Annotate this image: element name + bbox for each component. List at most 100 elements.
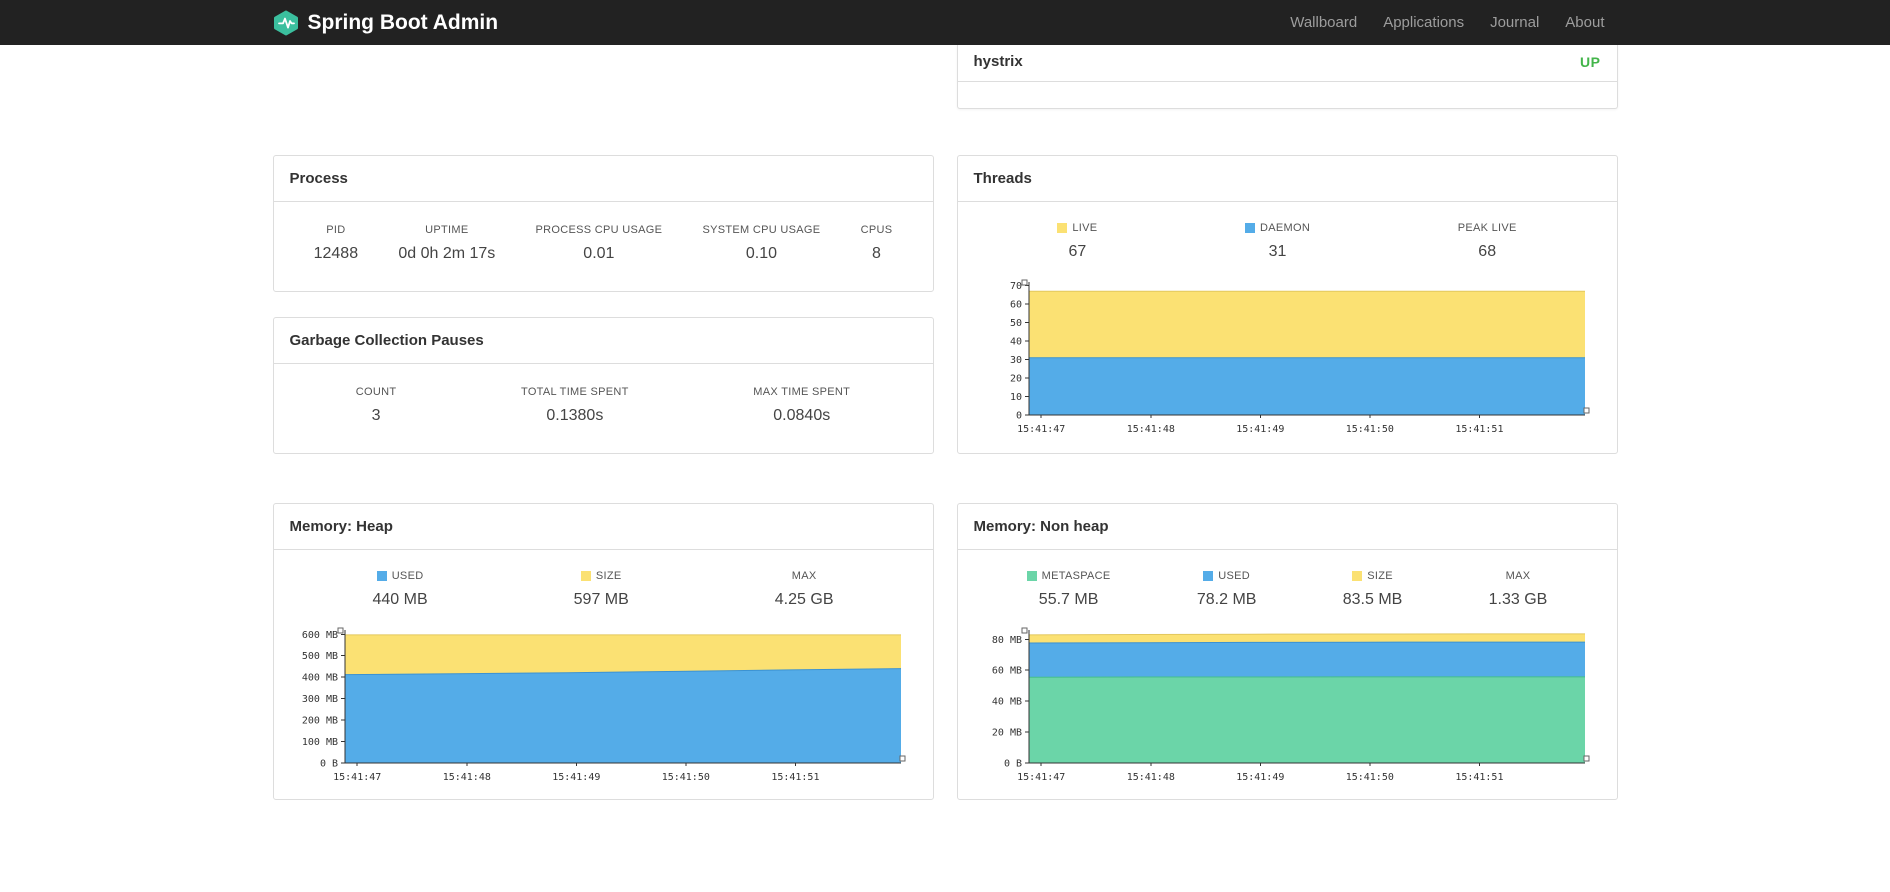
metric-process-cpu-usage: PROCESS CPU USAGE 0.01 xyxy=(536,224,663,263)
legend-value: 1.33 GB xyxy=(1488,591,1548,608)
metric-system-cpu-usage: SYSTEM CPU USAGE 0.10 xyxy=(702,224,820,263)
legend-value: 67 xyxy=(1068,243,1087,260)
svg-text:70: 70 xyxy=(1010,281,1022,292)
legend-label: LIVE xyxy=(1072,222,1098,234)
legend-size: SIZE 83.5 MB xyxy=(1343,570,1403,609)
status-badge: UP xyxy=(1580,53,1601,70)
svg-text:15:41:47: 15:41:47 xyxy=(333,772,381,783)
brand-title: Spring Boot Admin xyxy=(307,10,499,34)
live-series-swatch-icon xyxy=(1057,223,1068,233)
svg-text:80 MB: 80 MB xyxy=(992,635,1022,646)
metric-label: SYSTEM CPU USAGE xyxy=(702,224,821,236)
heap-legend: USED 440 MB SIZE 597 MB MAX 4.25 GB xyxy=(274,550,933,613)
legend-label: MAX xyxy=(1505,570,1531,582)
metric-value: 12488 xyxy=(313,245,359,262)
legend-max: MAX 4.25 GB xyxy=(775,570,834,609)
navbar: Spring Boot Admin Wallboard Applications… xyxy=(0,0,1890,45)
row-process-threads: Process PID 12488 UPTIME 0d 0h 2m 17s PR… xyxy=(272,155,1618,454)
metric-cpus: CPUS 8 xyxy=(861,224,893,263)
svg-text:10: 10 xyxy=(1010,392,1022,403)
brand[interactable]: Spring Boot Admin xyxy=(273,10,499,36)
nav-link-journal[interactable]: Journal xyxy=(1477,14,1552,31)
left-column: Process PID 12488 UPTIME 0d 0h 2m 17s PR… xyxy=(272,155,934,454)
svg-text:50: 50 xyxy=(1010,318,1022,329)
legend-live: LIVE 67 xyxy=(1057,222,1097,261)
metric-value: 0.0840s xyxy=(773,407,831,424)
svg-text:15:41:51: 15:41:51 xyxy=(1455,424,1503,435)
legend-value: 31 xyxy=(1268,243,1287,260)
svg-text:15:41:49: 15:41:49 xyxy=(552,772,600,783)
metric-label: CPUS xyxy=(860,224,893,236)
svg-text:15:41:47: 15:41:47 xyxy=(1017,772,1065,783)
nav-link-applications[interactable]: Applications xyxy=(1370,14,1477,31)
size-series-swatch-icon xyxy=(1352,571,1363,581)
svg-text:15:41:51: 15:41:51 xyxy=(1455,772,1503,783)
application-row[interactable]: hystrix UP xyxy=(957,45,1617,82)
metric-max-time-spent: MAX TIME SPENT 0.0840s xyxy=(753,386,850,425)
legend-label: MAX xyxy=(791,570,817,582)
legend-label: USED xyxy=(1218,570,1251,582)
metric-count: COUNT 3 xyxy=(356,386,397,425)
panel-process: Process PID 12488 UPTIME 0d 0h 2m 17s PR… xyxy=(272,155,934,292)
svg-text:15:41:50: 15:41:50 xyxy=(1346,424,1394,435)
legend-size: SIZE 597 MB xyxy=(574,570,629,609)
svg-text:20 MB: 20 MB xyxy=(992,728,1022,739)
svg-text:15:41:48: 15:41:48 xyxy=(1127,424,1175,435)
nav-links: Wallboard Applications Journal About xyxy=(1277,14,1617,31)
metric-value: 0d 0h 2m 17s xyxy=(398,245,496,262)
svg-text:600 MB: 600 MB xyxy=(302,630,338,641)
panel-threads: Threads LIVE 67 DAEMON 31 PEAK LIVE 68 0… xyxy=(956,155,1618,454)
svg-text:500 MB: 500 MB xyxy=(302,651,338,662)
legend-max: MAX 1.33 GB xyxy=(1489,570,1548,609)
used-series-swatch-icon xyxy=(1203,571,1214,581)
svg-text:0: 0 xyxy=(1016,411,1022,422)
process-metrics: PID 12488 UPTIME 0d 0h 2m 17s PROCESS CP… xyxy=(274,202,933,291)
svg-text:300 MB: 300 MB xyxy=(302,694,338,705)
metric-label: PROCESS CPU USAGE xyxy=(535,224,663,236)
svg-text:60: 60 xyxy=(1010,300,1022,311)
metric-label: UPTIME xyxy=(425,224,469,236)
svg-text:30: 30 xyxy=(1010,355,1022,366)
legend-daemon: DAEMON 31 xyxy=(1245,222,1310,261)
nonheap-panel-title: Memory: Non heap xyxy=(957,504,1617,550)
legend-label: SIZE xyxy=(595,570,622,582)
legend-label: PEAK LIVE xyxy=(1457,222,1517,234)
legend-label: METASPACE xyxy=(1041,570,1111,582)
legend-metaspace: METASPACE 55.7 MB xyxy=(1026,570,1111,609)
gc-panel-title: Garbage Collection Pauses xyxy=(273,318,933,364)
nav-link-wallboard[interactable]: Wallboard xyxy=(1277,14,1370,31)
svg-text:20: 20 xyxy=(1010,374,1022,385)
row-memory: Memory: Heap USED 440 MB SIZE 597 MB MAX… xyxy=(272,503,1618,800)
gc-metrics: COUNT 3 TOTAL TIME SPENT 0.1380s MAX TIM… xyxy=(274,364,933,453)
threads-chart: 0 10 20 30 40 50 60 70 15:41:47 15:41:48 15:41:49 1… xyxy=(977,275,1597,437)
panel-memory-nonheap: Memory: Non heap METASPACE 55.7 MB USED … xyxy=(956,503,1618,800)
metric-label: MAX TIME SPENT xyxy=(753,386,851,398)
svg-text:400 MB: 400 MB xyxy=(302,673,338,684)
application-name[interactable]: hystrix xyxy=(974,53,1023,70)
legend-value: 78.2 MB xyxy=(1196,591,1257,608)
applications-row: hystrix UP xyxy=(273,45,1618,109)
heap-memory-chart: 0 B 100 MB 200 MB 300 MB 400 MB 500 MB 600 MB 1… xyxy=(293,623,913,785)
metaspace-series-swatch-icon xyxy=(1026,571,1037,581)
daemon-series-swatch-icon xyxy=(1245,223,1255,233)
legend-value: 440 MB xyxy=(372,591,428,608)
svg-text:15:41:49: 15:41:49 xyxy=(1236,772,1284,783)
metric-uptime: UPTIME 0d 0h 2m 17s xyxy=(398,224,495,263)
legend-value: 83.5 MB xyxy=(1342,591,1403,608)
heap-panel-title: Memory: Heap xyxy=(273,504,933,550)
metric-label: COUNT xyxy=(355,386,397,398)
legend-label: DAEMON xyxy=(1260,222,1311,234)
svg-text:15:41:48: 15:41:48 xyxy=(1127,772,1175,783)
size-series-swatch-icon xyxy=(580,571,591,581)
nav-link-about[interactable]: About xyxy=(1552,14,1617,31)
svg-text:0 B: 0 B xyxy=(320,759,338,770)
legend-used: USED 440 MB xyxy=(373,570,428,609)
svg-text:60 MB: 60 MB xyxy=(992,666,1022,677)
legend-value: 4.25 GB xyxy=(774,591,834,608)
metric-label: TOTAL TIME SPENT xyxy=(521,386,629,398)
threads-panel-title: Threads xyxy=(957,156,1617,202)
panel-gc: Garbage Collection Pauses COUNT 3 TOTAL … xyxy=(272,317,934,454)
legend-label: SIZE xyxy=(1367,570,1393,582)
nonheap-legend: METASPACE 55.7 MB USED 78.2 MB SIZE 83.5… xyxy=(958,550,1617,613)
metric-value: 0.1380s xyxy=(546,407,604,424)
